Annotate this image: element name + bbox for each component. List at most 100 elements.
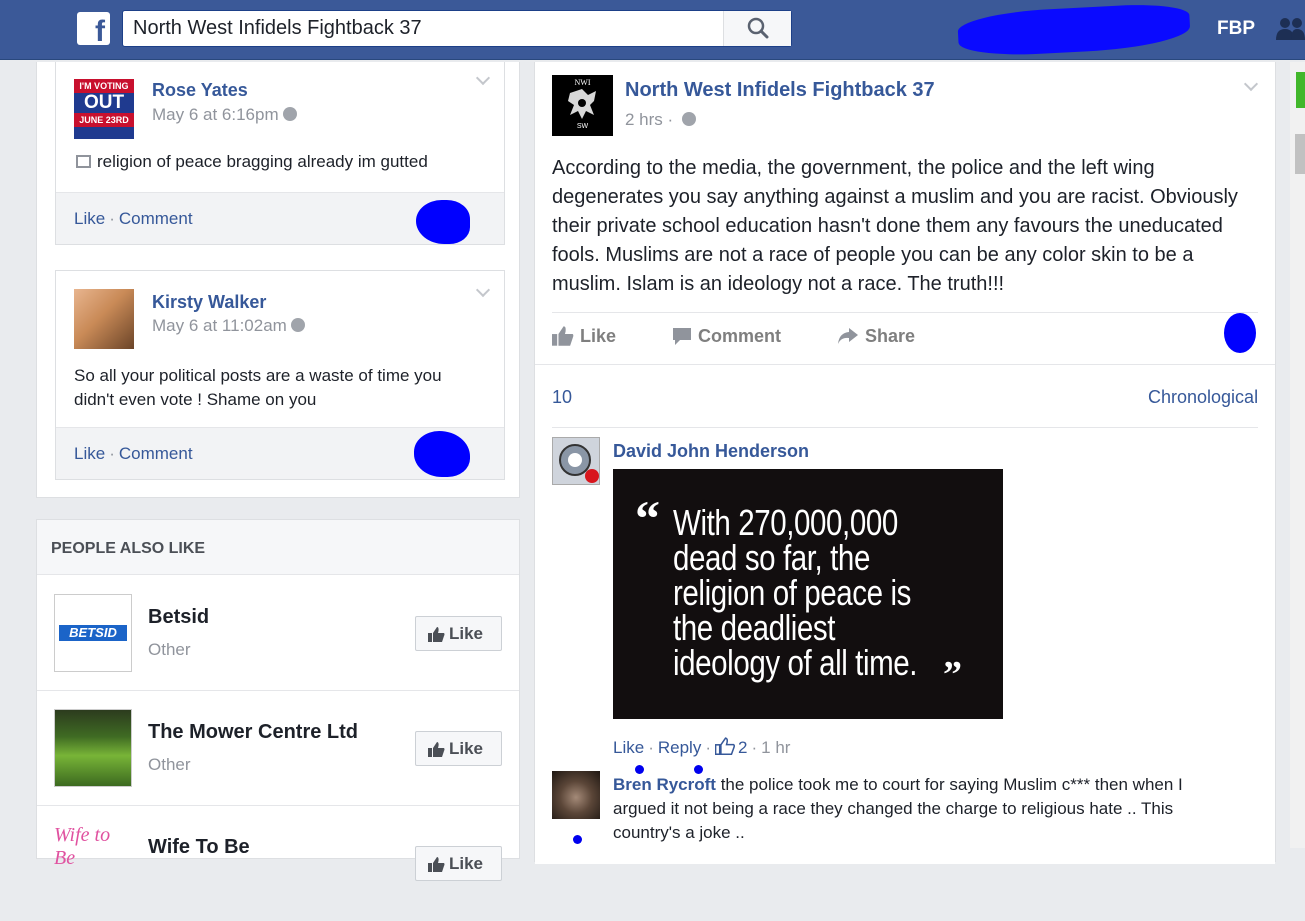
comment-text: So all your political posts are a waste … xyxy=(74,366,442,409)
like-button-label: Like xyxy=(449,624,484,643)
like-button-label: Like xyxy=(449,739,484,758)
separator: · xyxy=(751,738,758,757)
avatar-text-line: JUNE 23RD xyxy=(74,113,134,127)
page-name[interactable]: Betsid xyxy=(148,606,209,629)
thumbs-up-outline-icon xyxy=(714,737,735,755)
comment-label: Comment xyxy=(698,326,782,346)
commenter-name[interactable]: Kirsty Walker xyxy=(152,292,266,313)
like-label: Like xyxy=(580,326,617,346)
timestamp-text: 2 hrs xyxy=(625,110,663,129)
page-category: Other xyxy=(148,640,191,659)
people-also-like-panel: PEOPLE ALSO LIKE BETSID Betsid Other Lik… xyxy=(36,519,520,881)
page-category: Other xyxy=(148,755,191,774)
comment-text: religion of peace bragging already im gu… xyxy=(97,152,428,171)
avatar-text-line: I'M VOTING xyxy=(74,79,134,93)
comment-link[interactable]: Comment xyxy=(119,209,193,228)
timestamp-text: May 6 at 11:02am xyxy=(152,316,287,335)
page-thumbnail[interactable]: BETSID xyxy=(54,594,132,672)
post-action-bar: Like Comment Share xyxy=(552,312,1258,362)
separator: · xyxy=(705,738,711,757)
user-profile-link[interactable]: FBP xyxy=(1217,18,1255,40)
like-page-button[interactable]: Like xyxy=(415,846,502,881)
commenter-name[interactable]: Bren Rycroft xyxy=(613,775,716,794)
like-link[interactable]: Like xyxy=(613,738,644,757)
globe-icon xyxy=(681,112,696,126)
facebook-logo-icon[interactable]: f xyxy=(77,12,110,45)
share-label: Share xyxy=(865,326,916,346)
sort-order-dropdown[interactable]: Chronological xyxy=(1148,387,1258,408)
chevron-down-icon[interactable] xyxy=(475,70,491,86)
post-timestamp[interactable]: 2 hrs · xyxy=(625,110,696,130)
left-comments-panel: I'M VOTING OUT JUNE 23RD Rose Yates May … xyxy=(36,62,520,498)
comment-card: Kirsty Walker May 6 at 11:02am So all yo… xyxy=(55,270,505,480)
friends-icon[interactable] xyxy=(1275,16,1305,42)
comments-section: 10 Chronological David John Henderson “ … xyxy=(535,364,1275,864)
comment-timestamp[interactable]: May 6 at 6:16pm xyxy=(152,105,297,125)
like-page-button[interactable]: Like xyxy=(415,731,502,766)
comment-count: 10 xyxy=(552,387,573,407)
page-thumbnail[interactable] xyxy=(54,709,132,787)
thumbs-up-icon xyxy=(428,857,445,872)
thumbs-up-icon xyxy=(552,326,574,346)
page-avatar[interactable]: NWI SW xyxy=(552,75,613,136)
page-name[interactable]: North West Infidels Fightback 37 xyxy=(625,79,935,102)
comment-timestamp[interactable]: May 6 at 11:02am xyxy=(152,316,305,336)
crest-icon xyxy=(559,444,599,483)
page-name[interactable]: The Mower Centre Ltd xyxy=(148,721,358,744)
quote-image[interactable]: “ With 270,000,000 dead so far, the reli… xyxy=(613,469,1003,719)
suggested-page-row: BETSID Betsid Other Like xyxy=(37,576,519,691)
post-text: According to the media, the government, … xyxy=(552,157,1238,295)
globe-icon xyxy=(282,107,297,121)
reply-link[interactable]: Reply xyxy=(658,738,701,757)
comment-actions: Like · Reply · 2 · 1 hr xyxy=(613,737,790,758)
like-link[interactable]: Like xyxy=(74,209,105,228)
avatar[interactable] xyxy=(552,437,600,485)
separator: · xyxy=(109,444,115,463)
close-quote-mark: ” xyxy=(943,654,962,696)
search-icon xyxy=(747,17,769,39)
people-also-like-heading: PEOPLE ALSO LIKE xyxy=(37,520,519,575)
wife-to-be-logo: Wife to Be xyxy=(54,824,111,864)
page-scrollbar[interactable] xyxy=(1290,62,1305,848)
avatar[interactable] xyxy=(74,289,134,349)
comment-body: Bren Rycroft the police took me to court… xyxy=(613,773,1233,845)
like-button[interactable]: Like xyxy=(552,326,616,347)
avatar-text-line: OUT xyxy=(83,92,125,113)
share-arrow-icon xyxy=(838,328,858,344)
redaction-mark xyxy=(416,200,470,244)
divider xyxy=(552,427,1258,428)
avatar-subtext: SW xyxy=(576,123,589,130)
avatar[interactable]: I'M VOTING OUT JUNE 23RD xyxy=(74,79,134,139)
like-link[interactable]: Like xyxy=(74,444,105,463)
search-button[interactable] xyxy=(723,11,791,46)
suggested-page-row: The Mower Centre Ltd Other Like xyxy=(37,691,519,806)
separator: · xyxy=(648,738,654,757)
betsid-logo: BETSID xyxy=(59,625,127,641)
chevron-down-icon[interactable] xyxy=(475,282,491,298)
commenter-name[interactable]: Rose Yates xyxy=(152,80,248,101)
redacted-user-name xyxy=(957,1,1191,59)
comment-button[interactable]: Comment xyxy=(672,326,781,347)
chevron-down-icon[interactable] xyxy=(1243,76,1259,92)
comment-body: religion of peace bragging already im gu… xyxy=(76,152,428,172)
comment-card: I'M VOTING OUT JUNE 23RD Rose Yates May … xyxy=(55,62,505,245)
separator: · xyxy=(109,209,115,228)
commenter-name[interactable]: David John Henderson xyxy=(613,441,809,462)
comment-time[interactable]: 1 hr xyxy=(761,738,790,757)
comment-link[interactable]: Comment xyxy=(119,444,193,463)
like-page-button[interactable]: Like xyxy=(415,616,502,651)
suggested-page-row: Wife to Be Wife To Be Like xyxy=(37,806,519,921)
annotation-dot xyxy=(573,835,582,844)
open-quote-mark: “ xyxy=(635,490,660,546)
thumbs-up-icon xyxy=(428,742,445,757)
redaction-mark xyxy=(1224,313,1256,353)
timestamp-text: May 6 at 6:16pm xyxy=(152,105,279,124)
reaction-count[interactable]: 2 xyxy=(738,738,747,757)
avatar[interactable] xyxy=(552,771,600,819)
search-input[interactable] xyxy=(123,11,723,46)
page-thumbnail[interactable]: Wife to Be xyxy=(54,824,132,864)
main-post: NWI SW North West Infidels Fightback 37 … xyxy=(534,62,1276,864)
scrollbar-thumb[interactable] xyxy=(1295,134,1305,174)
photo-icon xyxy=(76,155,91,168)
share-button[interactable]: Share xyxy=(837,326,915,347)
